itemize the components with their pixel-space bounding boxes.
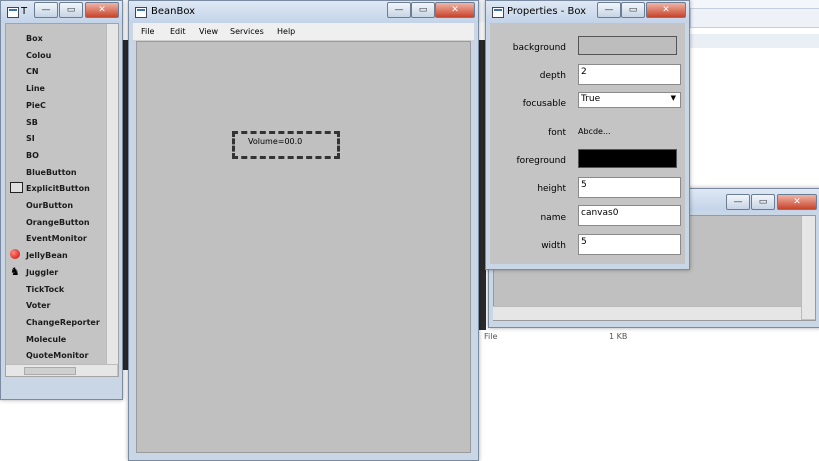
toolbox-item[interactable]: SB xyxy=(26,118,38,127)
toolbox-item[interactable]: JellyBean xyxy=(26,251,68,260)
minimize-button[interactable]: — xyxy=(387,2,411,18)
background-color-swatch[interactable] xyxy=(578,36,677,55)
maximize-button[interactable]: ▭ xyxy=(59,2,83,18)
explorer-address-bar[interactable] xyxy=(690,8,819,28)
prop-label-depth: depth xyxy=(539,71,566,81)
toolbox-item[interactable]: BlueButton xyxy=(26,168,77,177)
toolbox-item[interactable]: TickTock xyxy=(26,285,64,294)
secondary-horizontal-scrollbar[interactable] xyxy=(493,306,801,320)
minimize-button[interactable]: — xyxy=(597,2,621,18)
toolbox-item[interactable]: OrangeButton xyxy=(26,218,90,227)
prop-label-font: font xyxy=(548,128,566,138)
scroll-thumb[interactable] xyxy=(24,367,76,375)
java-app-icon xyxy=(492,7,504,18)
toolbox-item[interactable]: ChangeReporter xyxy=(26,318,100,327)
toolbox-item[interactable]: Colou xyxy=(26,51,51,60)
toolbox-item[interactable]: CN xyxy=(26,67,39,76)
bean-label: Volume=00.0 xyxy=(248,137,303,146)
menu-file[interactable]: File xyxy=(141,27,154,36)
explicit-button-icon xyxy=(10,182,23,194)
file-type-cell: File xyxy=(484,332,498,341)
dropdown-arrow-icon[interactable]: ▼ xyxy=(671,94,676,102)
close-button[interactable]: ✕ xyxy=(85,2,119,18)
toolbox-item[interactable]: SI xyxy=(26,134,35,143)
secondary-vertical-scrollbar[interactable] xyxy=(801,216,815,319)
close-button[interactable]: ✕ xyxy=(435,2,475,18)
toolbox-horizontal-scrollbar[interactable] xyxy=(6,364,117,376)
selected-bean[interactable]: Volume=00.0 xyxy=(232,131,340,159)
name-field[interactable]: canvas0 xyxy=(578,205,681,226)
maximize-button[interactable]: ▭ xyxy=(411,2,435,18)
maximize-button[interactable]: ▭ xyxy=(621,2,645,18)
maximize-button[interactable]: ▭ xyxy=(751,194,775,210)
toolbox-item[interactable]: Box xyxy=(26,34,43,43)
focusable-select[interactable]: True ▼ xyxy=(578,92,681,108)
close-button[interactable]: ✕ xyxy=(777,194,817,210)
properties-window: Properties - Box — ▭ ✕ background depth … xyxy=(485,0,690,270)
toolbox-item[interactable]: PieC xyxy=(26,101,46,110)
properties-panel: background depth 2 focusable True ▼ font… xyxy=(490,23,685,264)
java-app-icon xyxy=(135,7,147,18)
toolbox-title: T xyxy=(21,6,28,17)
menu-services[interactable]: Services xyxy=(230,27,264,36)
toolbox-item[interactable]: EventMonitor xyxy=(26,234,87,243)
properties-title: Properties - Box xyxy=(507,6,587,17)
toolbox-item[interactable]: Voter xyxy=(26,301,50,310)
minimize-button[interactable]: — xyxy=(726,194,750,210)
beanbox-title: BeanBox xyxy=(151,6,196,17)
explorer-header-strip xyxy=(690,34,819,48)
toolbox-item[interactable]: BO xyxy=(26,151,39,160)
prop-label-height: height xyxy=(537,184,566,194)
minimize-button[interactable]: — xyxy=(34,2,58,18)
font-preview[interactable]: Abcde... xyxy=(578,127,611,136)
prop-label-background: background xyxy=(512,43,566,53)
toolbox-item[interactable]: Molecule xyxy=(26,335,66,344)
toolbox-item[interactable]: Line xyxy=(26,84,45,93)
prop-label-focusable: focusable xyxy=(522,99,566,109)
toolbox-item[interactable]: QuoteMonitor xyxy=(26,351,88,360)
height-field[interactable]: 5 xyxy=(578,177,681,198)
jellybean-icon xyxy=(10,249,20,260)
foreground-color-swatch[interactable] xyxy=(578,149,677,168)
toolbox-vertical-scrollbar[interactable] xyxy=(106,24,118,364)
prop-label-width: width xyxy=(541,241,566,251)
beanbox-canvas[interactable]: Volume=00.0 xyxy=(136,41,471,453)
toolbox-item[interactable]: Juggler xyxy=(26,268,58,277)
toolbox-bean-list: Box Colou CN Line PieC SB SI BO BlueButton Explic… xyxy=(5,23,119,377)
close-button[interactable]: ✕ xyxy=(646,2,686,18)
file-size-cell: 1 KB xyxy=(609,332,628,341)
toolbox-item[interactable]: OurButton xyxy=(26,201,73,210)
prop-label-foreground: foreground xyxy=(516,156,566,166)
toolbox-window: T — ▭ ✕ Box Colou CN Line PieC SB SI BO BlueButt… xyxy=(0,0,123,400)
depth-field[interactable]: 2 xyxy=(578,64,681,85)
width-field[interactable]: 5 xyxy=(578,234,681,255)
menu-help[interactable]: Help xyxy=(277,27,295,36)
menu-edit[interactable]: Edit xyxy=(170,27,186,36)
java-app-icon xyxy=(7,7,19,18)
toolbox-item[interactable]: ExplicitButton xyxy=(26,184,90,193)
beanbox-menubar: File Edit View Services Help xyxy=(133,23,474,41)
beanbox-window: BeanBox — ▭ ✕ File Edit View Services He… xyxy=(128,0,479,461)
focusable-value: True xyxy=(581,94,601,104)
menu-view[interactable]: View xyxy=(199,27,218,36)
prop-label-name: name xyxy=(540,213,566,223)
juggler-icon: ♞ xyxy=(10,264,20,278)
